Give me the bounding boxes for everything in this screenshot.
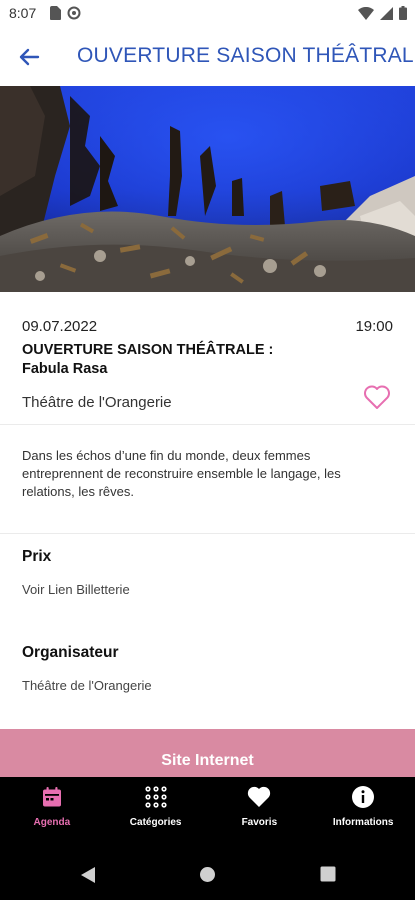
event-venue: Théâtre de l'Orangerie: [22, 394, 172, 411]
event-title-line2: Fabula Rasa: [22, 361, 108, 377]
event-title: OUVERTURE SAISON THÉÂTRALE : Fabula Rasa: [22, 341, 322, 379]
nav-label-favorites: Favoris: [241, 817, 278, 828]
arrow-left-icon[interactable]: [14, 42, 44, 72]
nav-item-categories[interactable]: Catégories: [104, 777, 208, 841]
battery-icon: [399, 6, 407, 20]
nav-item-information[interactable]: Informations: [311, 777, 415, 841]
nav-item-favorites[interactable]: Favoris: [208, 777, 312, 841]
sim-card-icon: [50, 6, 61, 20]
event-description: Dans les échos d’une fin du monde, deux …: [22, 448, 341, 499]
wifi-icon: [358, 6, 374, 20]
status-bar: 8:07: [0, 0, 415, 28]
divider: [0, 533, 415, 534]
event-time: 19:00: [355, 318, 393, 335]
data-saver-icon: [67, 6, 81, 20]
nav-label-categories: Catégories: [129, 817, 182, 828]
grid-icon: [145, 786, 167, 808]
nav-label-agenda: Agenda: [33, 817, 71, 828]
status-time: 8:07: [9, 5, 37, 21]
app-bar: OUVERTURE SAISON THÉÂTRALE : Fabula Rasa: [0, 28, 415, 87]
info-icon: [352, 786, 375, 808]
event-photo: [0, 86, 415, 292]
nav-item-agenda[interactable]: Agenda: [0, 777, 104, 841]
signal-icon: [380, 6, 393, 20]
price-heading: Prix: [22, 548, 52, 565]
nav-label-information: Informations: [332, 817, 394, 828]
event-title-line1: OUVERTURE SAISON THÉÂTRALE :: [22, 342, 274, 358]
status-right-icons: [358, 6, 407, 20]
heart-icon: [248, 786, 271, 807]
event-hero-image: [0, 86, 415, 292]
event-info: 09.07.2022 19:00 OUVERTURE SAISON THÉÂTR…: [0, 292, 415, 425]
status-left-icons: [50, 6, 81, 20]
page-title: OUVERTURE SAISON THÉÂTRALE : Fabula Rasa: [77, 44, 415, 67]
organizer-value: Théâtre de l'Orangerie: [22, 678, 152, 693]
price-value: Voir Lien Billetterie: [22, 582, 130, 597]
organizer-heading: Organisateur: [22, 644, 119, 661]
heart-outline-icon[interactable]: [363, 384, 391, 410]
back-triangle-icon[interactable]: [80, 866, 96, 884]
calendar-icon: [42, 787, 61, 807]
recents-square-icon[interactable]: [320, 866, 336, 882]
bottom-nav: Agenda Catégories Favoris Informations: [0, 777, 415, 841]
system-nav-bar: [0, 841, 415, 900]
home-circle-icon[interactable]: [199, 866, 216, 883]
event-date: 09.07.2022: [22, 318, 98, 335]
